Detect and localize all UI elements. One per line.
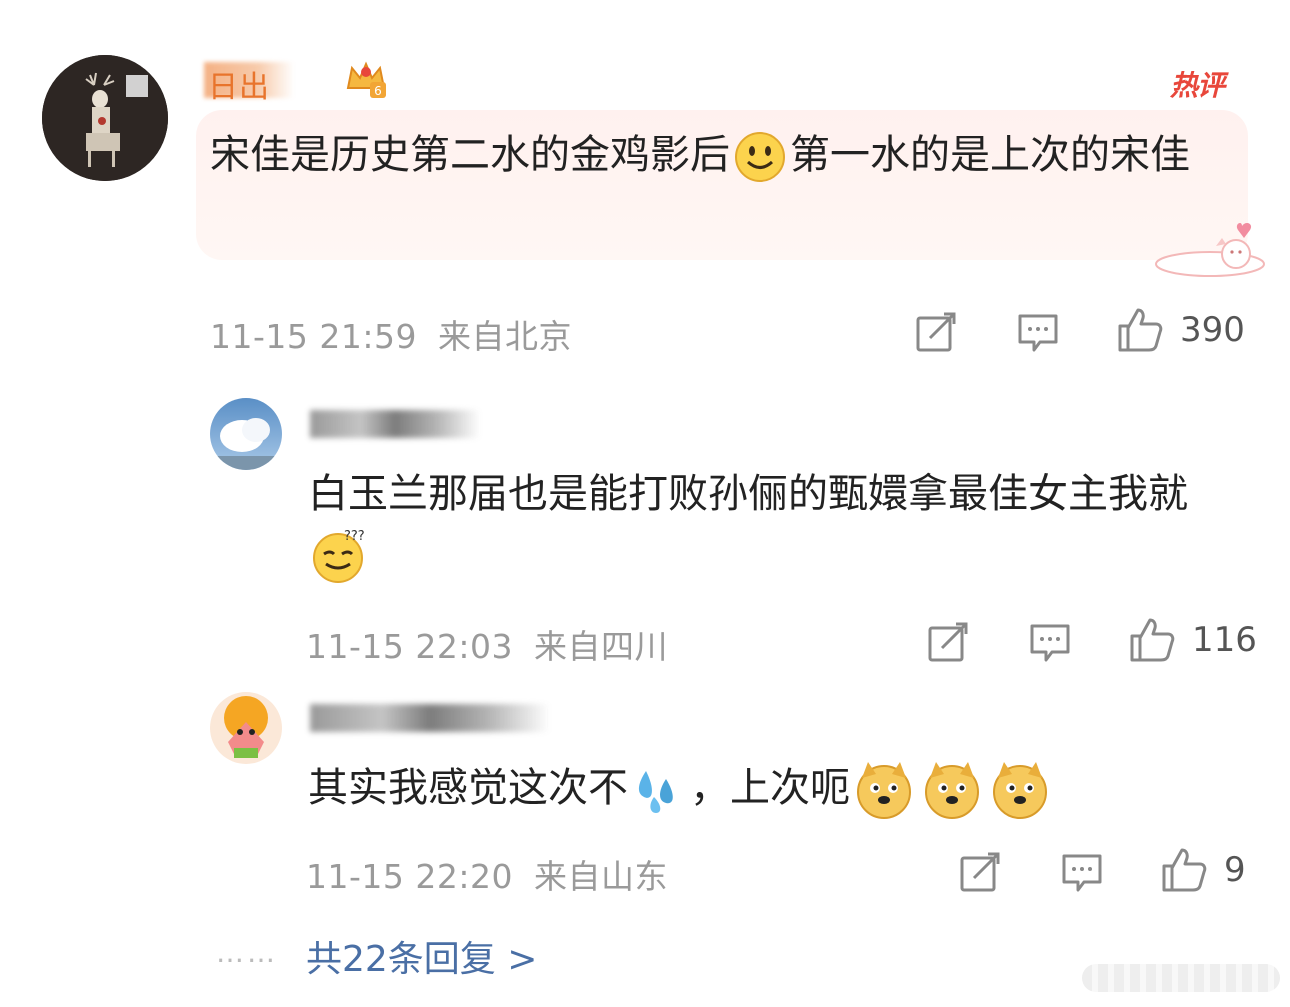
reply-text: 白玉兰那届也是能打败孙俪的甄嬛拿最佳女主我就???	[308, 464, 1248, 584]
sky-cloud-avatar-icon	[210, 398, 282, 470]
doge-emoji-icon	[854, 760, 914, 820]
reply-avatar[interactable]	[210, 398, 282, 470]
reply-avatar[interactable]	[210, 692, 282, 764]
thumbs-up-icon[interactable]	[1116, 306, 1164, 354]
comment-text: 宋佳是历史第二水的金鸡影后 第一水的是上次的宋佳	[210, 124, 1230, 186]
cat-sticker-icon	[1150, 218, 1266, 278]
reply-username-mask	[310, 410, 480, 438]
reply-location: 来自四川	[533, 627, 668, 666]
avatar[interactable]	[42, 55, 168, 181]
like-count: 390	[1180, 310, 1245, 350]
confused-emoji-icon: ???	[312, 528, 368, 584]
comment-location: 来自北京	[437, 317, 572, 356]
reply-time: 11-15 22:20	[306, 857, 513, 896]
repost-icon[interactable]	[958, 850, 1002, 894]
comment-text-part1: 宋佳是历史第二水的金鸡影后	[210, 132, 730, 178]
comment-text-part2: 第一水的是上次的宋佳	[790, 132, 1190, 178]
like-count: 9	[1224, 850, 1246, 890]
comment-icon[interactable]	[1060, 850, 1104, 894]
smile-emoji-icon	[734, 131, 786, 183]
reply-text: 其实我感觉这次不 ，上次呃	[308, 758, 1248, 820]
patrick-avatar-icon	[210, 692, 282, 764]
username[interactable]: 日出	[208, 62, 270, 106]
comment-icon[interactable]	[1028, 620, 1072, 664]
thumbs-up-icon[interactable]	[1160, 846, 1208, 894]
doge-emoji-icon	[922, 760, 982, 820]
thumbs-up-icon[interactable]	[1128, 616, 1176, 664]
svg-text:???: ???	[344, 529, 365, 544]
reply-text-part1: 其实我感觉这次不	[308, 765, 628, 811]
reply-location: 来自山东	[533, 857, 668, 896]
repost-icon[interactable]	[914, 310, 958, 354]
reply-meta: 11-15 22:03 来自四川	[306, 620, 668, 668]
comment-icon[interactable]	[1016, 310, 1060, 354]
like-count: 116	[1192, 620, 1257, 660]
scroll-indicator	[1082, 964, 1280, 992]
sweat-drops-emoji-icon	[632, 763, 686, 817]
view-more-replies-link[interactable]: 共22条回复 >	[306, 930, 537, 982]
svg-text:6: 6	[374, 84, 382, 98]
doge-emoji-icon	[990, 760, 1050, 820]
reply-text-part2: ，上次呃	[690, 765, 850, 811]
crown-badge-icon: 6	[344, 58, 388, 100]
reply-time: 11-15 22:03	[306, 627, 513, 666]
comment-meta: 11-15 21:59 来自北京	[210, 310, 572, 358]
comment-time: 11-15 21:59	[210, 317, 417, 356]
separator-dots: ……	[216, 936, 278, 969]
reply-meta: 11-15 22:20 来自山东	[306, 850, 668, 898]
reply-username-mask	[310, 704, 550, 732]
repost-icon[interactable]	[926, 620, 970, 664]
deer-avatar-icon	[42, 55, 168, 181]
hot-comment-badge: 热评	[1170, 69, 1225, 102]
reply-text-part1: 白玉兰那届也是能打败孙俪的甄嬛拿最佳女主我就	[308, 471, 1188, 517]
